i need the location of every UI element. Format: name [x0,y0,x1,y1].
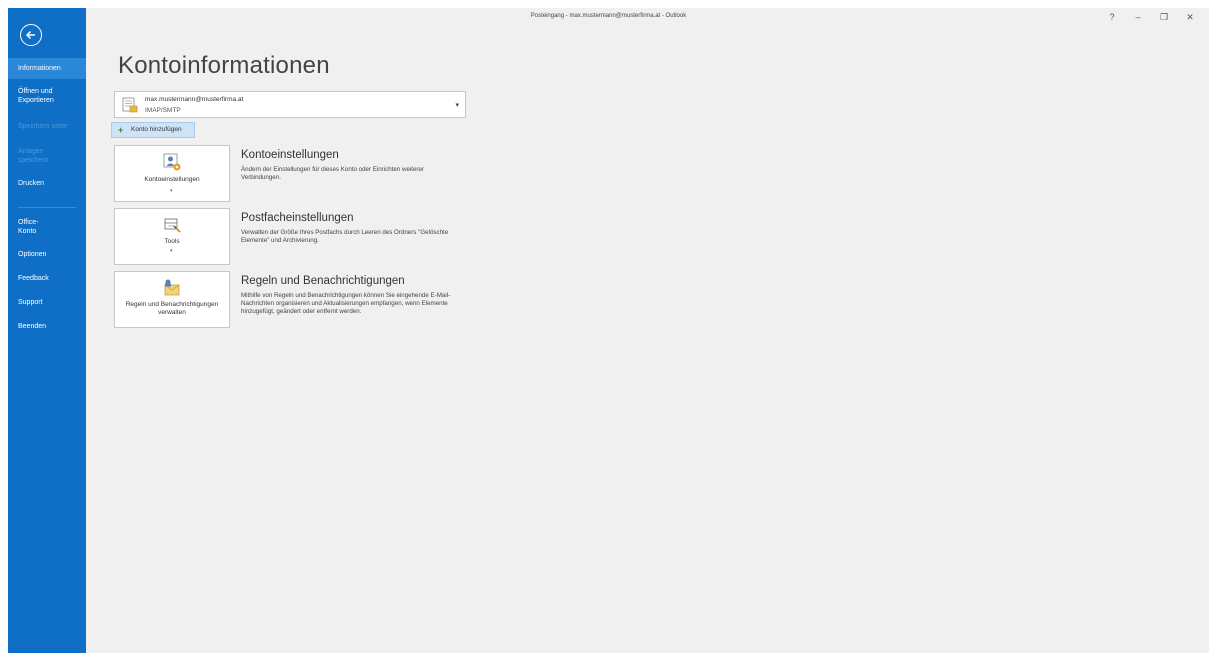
account-type: IMAP/SMTP [145,107,181,114]
sidebar-item-oeffnen-exportieren[interactable]: Öffnen und Exportieren [8,87,78,105]
sidebar-item-support[interactable]: Support [8,298,86,307]
sidebar-item-label: Office-Konto [18,219,39,235]
sidebar-item-drucken[interactable]: Drucken [8,179,86,188]
account-settings-tile[interactable]: Kontoeinstellungen ▾ [114,145,230,202]
rules-alerts-tile[interactable]: Regeln und Benachrichtigungen verwalten [114,271,230,328]
sidebar-item-label: Feedback [18,275,49,282]
section-description: Ändern der Einstellungen für dieses Kont… [241,166,424,181]
help-button[interactable]: ? [1104,11,1120,23]
chevron-down-icon: ▾ [170,248,173,254]
sidebar-item-optionen[interactable]: Optionen [8,250,86,259]
account-selector[interactable]: max.mustermann@musterfirma.at IMAP/SMTP … [114,91,466,118]
add-account-button[interactable]: + Konto hinzufügen [111,122,195,138]
sidebar-item-label: Drucken [18,180,45,187]
sidebar-item-label: Informationen [18,65,61,72]
title-bar: Posteingang - max.mustermann@musterfirma… [86,8,1209,26]
sidebar-item-label: Speichern unter [18,123,68,130]
section-description: Verwalten der Größe Ihres Postfachs durc… [241,229,449,244]
sidebar-item-speichern-unter: Speichern unter [8,122,86,131]
section-title: Kontoeinstellungen [241,149,339,161]
sidebar-item-label: Anlagen speichern [18,148,49,164]
backstage-sidebar: Informationen Öffnen und Exportieren Spe… [8,8,86,653]
tile-label: Kontoeinstellungen [144,176,200,183]
section-description: Mithilfe von Regeln und Benachrichtigung… [241,292,451,315]
window-title: Posteingang - max.mustermann@musterfirma… [530,13,687,19]
close-button[interactable]: ✕ [1182,11,1198,23]
sidebar-item-informationen[interactable]: Informationen [8,58,86,79]
sidebar-item-label: Öffnen und Exportieren [18,88,54,104]
back-button[interactable] [20,24,42,46]
arrow-left-icon [25,30,35,40]
sidebar-item-label: Support [18,299,43,306]
mailbox-tools-icon [164,218,181,233]
chevron-down-icon: ▾ [455,102,459,109]
sidebar-item-office-konto[interactable]: Office-Konto [8,218,56,236]
mailbox-tools-tile[interactable]: Tools ▾ [114,208,230,265]
section-title: Regeln und Benachrichtigungen [241,275,405,287]
sidebar-divider [18,207,76,208]
backstage-view: Informationen Öffnen und Exportieren Spe… [8,8,1209,653]
account-icon [122,97,138,113]
sidebar-item-label: Optionen [18,251,47,258]
chevron-down-icon: ▾ [170,188,173,194]
sidebar-item-beenden[interactable]: Beenden [8,322,86,331]
add-account-label: Konto hinzufügen [131,126,182,133]
tile-label: Regeln und Benachrichtigungen verwalten [125,301,219,316]
account-settings-icon [163,153,181,171]
restore-button[interactable]: ❐ [1156,11,1172,23]
page-title: Kontoinformationen [118,52,330,79]
account-email: max.mustermann@musterfirma.at [145,96,244,103]
sidebar-item-anlagen-speichern: Anlagen speichern [8,147,64,165]
plus-icon: + [118,125,124,135]
section-title: Postfacheinstellungen [241,212,354,224]
minimize-button[interactable]: – [1130,11,1146,23]
tile-label: Tools [164,238,180,245]
rules-alerts-icon [164,279,180,296]
sidebar-item-label: Beenden [18,323,47,330]
sidebar-item-feedback[interactable]: Feedback [8,274,86,283]
